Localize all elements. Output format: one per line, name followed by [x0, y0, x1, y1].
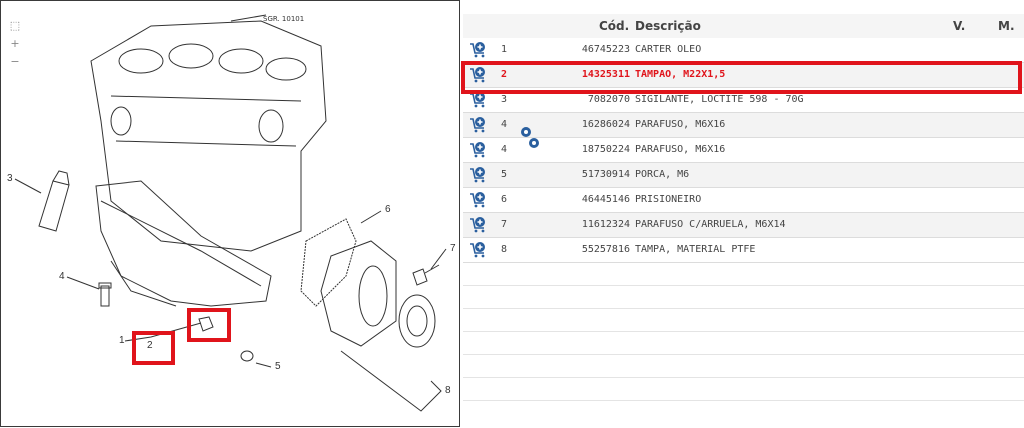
row-description: PARAFUSO, M6X16: [635, 119, 726, 130]
table-row[interactable]: 4 16286024 PARAFUSO, M6X16: [463, 113, 1024, 138]
empty-row: [463, 332, 1024, 355]
table-empty-rows: [463, 263, 1024, 401]
row-part-code: 46445146: [581, 194, 630, 205]
row-description: PARAFUSO C/ARRUELA, M6X14: [635, 219, 786, 230]
row-description: TAMPA, MATERIAL PTFE: [635, 244, 756, 255]
cart-plus-icon[interactable]: [469, 141, 487, 159]
row-description: PORCA, M6: [635, 169, 690, 180]
engine-block: [90, 20, 327, 252]
sealant-tube: [38, 180, 70, 232]
highlight-callout-2: [132, 331, 175, 365]
row-part-code: 7082070: [587, 94, 630, 105]
cart-plus-icon[interactable]: [469, 241, 487, 259]
row-position: 4: [501, 119, 508, 130]
cart-plus-icon[interactable]: [469, 191, 487, 209]
cart-plus-icon[interactable]: [469, 41, 487, 59]
row-position: 1: [501, 44, 508, 55]
row-description: PRISIONEIRO: [635, 194, 702, 205]
table-row[interactable]: 5 51730914 PORCA, M6: [463, 163, 1024, 188]
empty-row: [463, 263, 1024, 286]
table-row[interactable]: 7 11612324 PARAFUSO C/ARRUELA, M6X14: [463, 213, 1024, 238]
table-row[interactable]: 8 55257816 TAMPA, MATERIAL PTFE: [463, 238, 1024, 263]
callout-3[interactable]: 3: [7, 173, 13, 184]
empty-row: [463, 309, 1024, 332]
row-position: 6: [501, 194, 508, 205]
empty-row: [463, 286, 1024, 309]
row-part-code: 11612324: [581, 219, 630, 230]
table-row[interactable]: 1 46745223 CARTER OLEO: [463, 38, 1024, 63]
table-row[interactable]: 6 46445146 PRISIONEIRO: [463, 188, 1024, 213]
cart-plus-icon[interactable]: [469, 166, 487, 184]
rear-cover: [320, 240, 397, 347]
row-position: 4: [501, 144, 508, 155]
row-part-code: 46745223: [581, 44, 630, 55]
row-position: 5: [501, 169, 508, 180]
row-description: SIGILANTE, LOCTITE 598 - 70G: [635, 94, 804, 105]
callout-4[interactable]: 4: [59, 271, 65, 282]
callout-5[interactable]: 5: [275, 361, 281, 372]
header-description: Descrição: [635, 19, 701, 33]
row-part-code: 16286024: [581, 119, 630, 130]
header-code: Cód.: [599, 19, 630, 33]
empty-row: [463, 355, 1024, 378]
row-position: 8: [501, 244, 508, 255]
callout-6[interactable]: 6: [385, 204, 391, 215]
table-header: Cód. Descrição V. M.: [463, 14, 1024, 38]
empty-row: [463, 378, 1024, 401]
row-description: PARAFUSO, M6X16: [635, 144, 726, 155]
highlight-selected-row: [461, 61, 1022, 94]
row-position: 7: [501, 219, 508, 230]
header-v: V.: [953, 19, 966, 33]
gears-icon[interactable]: [519, 124, 541, 152]
cart-plus-icon[interactable]: [469, 116, 487, 134]
callout-7[interactable]: 7: [450, 243, 456, 254]
table-row[interactable]: 4 18750224 PARAFUSO, M6X16: [463, 138, 1024, 163]
callout-1[interactable]: 1: [119, 335, 125, 346]
row-part-code: 55257816: [581, 244, 630, 255]
parts-diagram-panel: ⬚ + − SGR. 10101 3 4 1 2 5 6 7 8: [0, 0, 460, 427]
highlight-plug-part: [187, 308, 231, 342]
row-part-code: 18750224: [581, 144, 630, 155]
row-part-code: 51730914: [581, 169, 630, 180]
row-position: 3: [501, 94, 508, 105]
header-m: M.: [998, 19, 1015, 33]
cart-plus-icon[interactable]: [469, 216, 487, 234]
row-description: CARTER OLEO: [635, 44, 702, 55]
callout-8[interactable]: 8: [445, 385, 451, 396]
exploded-view-drawing: [14, 14, 447, 412]
